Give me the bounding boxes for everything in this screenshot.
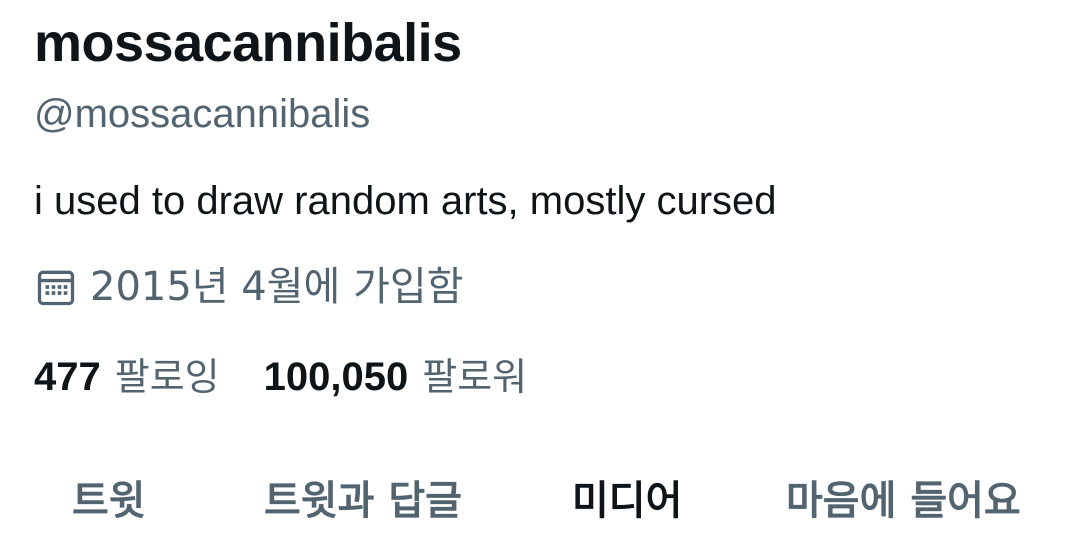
tab-tweets[interactable]: 트윗 [72,468,146,534]
join-date-row: 2015년 4월에 가입함 [34,262,463,312]
following-link[interactable]: 477 팔로잉 [34,352,220,402]
calendar-icon [34,265,78,309]
following-label: 팔로잉 [114,355,220,399]
tab-media[interactable]: 미디어 [572,468,682,534]
user-handle: @mossacannibalis [34,92,371,136]
followers-link[interactable]: 100,050 팔로워 [264,352,527,402]
follow-stats: 477 팔로잉 100,050 팔로워 [34,352,571,402]
profile-bio: i used to draw random arts, mostly curse… [34,179,777,223]
followers-label: 팔로워 [422,355,528,399]
followers-count: 100,050 [263,355,409,399]
join-date-text: 2015년 4월에 가입함 [90,264,464,310]
tab-likes[interactable]: 마음에 들어요 [786,468,1021,534]
tab-tweets-and-replies[interactable]: 트윗과 답글 [264,468,462,534]
following-count: 477 [34,355,101,399]
profile-tabs: 트윗 트윗과 답글 미디어 마음에 들어요 [0,468,1078,534]
display-name: mossacannibalis [34,13,462,73]
